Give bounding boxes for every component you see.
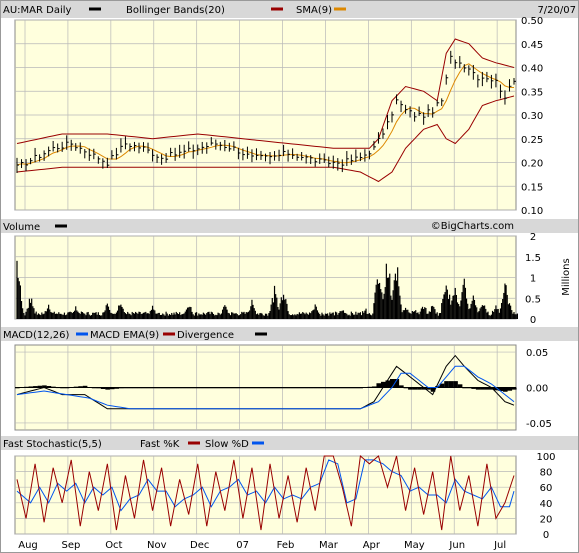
price-y-tick: 0.20 [521, 159, 543, 170]
x-tick-label: May [404, 540, 425, 551]
divergence-bar [444, 381, 449, 388]
stoch-title: Fast Stochastic(5,5) [3, 439, 102, 450]
macd-ema-label: MACD EMA(9) [90, 330, 159, 341]
chart-window: AU:MAR Daily Bollinger Bands(20) SMA(9) … [0, 0, 579, 553]
fast-k-label: Fast %K [140, 439, 180, 450]
price-date: 7/20/07 [537, 5, 576, 16]
volume-y-tick: 1 [530, 274, 536, 285]
stoch-y-tick: 60 [540, 483, 553, 494]
stoch-y-tick: 100 [536, 452, 555, 463]
x-tick-label: Jul [493, 540, 506, 551]
price-y-ticks: 0.50 0.45 0.40 0.35 0.30 0.25 0.20 0.15 0.10 [521, 16, 543, 217]
volume-title: Volume [3, 222, 40, 233]
macd-y-tick: 0.00 [526, 384, 548, 395]
divergence-bar [376, 383, 382, 388]
sma-label: SMA(9) [296, 5, 332, 16]
stoch-y-tick: 80 [540, 468, 553, 479]
stoch-y-tick: 40 [540, 499, 553, 510]
bollinger-label: Bollinger Bands(20) [126, 5, 225, 16]
price-y-tick: 0.30 [521, 111, 543, 122]
price-y-tick: 0.45 [521, 40, 543, 51]
price-y-tick: 0.25 [521, 135, 543, 146]
price-y-tick: 0.40 [521, 64, 543, 75]
slow-d-label: Slow %D [205, 439, 249, 450]
volume-y-tick: 0 [530, 315, 536, 326]
divergence-bar [453, 381, 458, 388]
price-y-tick: 0.50 [521, 16, 543, 27]
x-tick-label: Mar [319, 540, 339, 551]
price-ticker: AU:MAR Daily [3, 5, 72, 16]
x-tick-label: Jun [448, 540, 465, 551]
x-tick-label: Dec [190, 540, 209, 551]
divergence-label: Divergence [177, 330, 234, 341]
price-y-tick: 0.10 [521, 206, 543, 217]
macd-y-tick: 0.05 [526, 348, 548, 359]
x-tick-label: Apr [363, 540, 381, 551]
volume-unit: Millions [561, 258, 572, 295]
watermark: ©BigCharts.com [431, 221, 514, 232]
x-tick-label: Sep [61, 540, 80, 551]
divergence-bar [502, 387, 508, 392]
stoch-y-tick: 0 [543, 530, 549, 541]
chart-canvas: AU:MAR Daily Bollinger Bands(20) SMA(9) … [0, 0, 579, 553]
price-y-tick: 0.35 [521, 87, 543, 98]
macd-title: MACD(12,26) [3, 330, 70, 341]
divergence-bar [385, 380, 391, 388]
volume-y-tick: 2 [530, 232, 536, 243]
divergence-bar [448, 381, 454, 388]
x-tick-label: Aug [18, 540, 38, 551]
volume-y-tick: 1.5 [525, 253, 541, 264]
volume-y-tick: 0.5 [525, 294, 541, 305]
stoch-y-tick: 20 [540, 514, 553, 525]
x-tick-label: Oct [105, 540, 122, 551]
price-header [1, 1, 578, 18]
x-tick-label: Nov [147, 540, 167, 551]
x-tick-label: Feb [277, 540, 295, 551]
macd-y-tick: -0.05 [526, 419, 552, 430]
x-tick-label: 07 [236, 540, 249, 551]
price-y-tick: 0.15 [521, 182, 543, 193]
